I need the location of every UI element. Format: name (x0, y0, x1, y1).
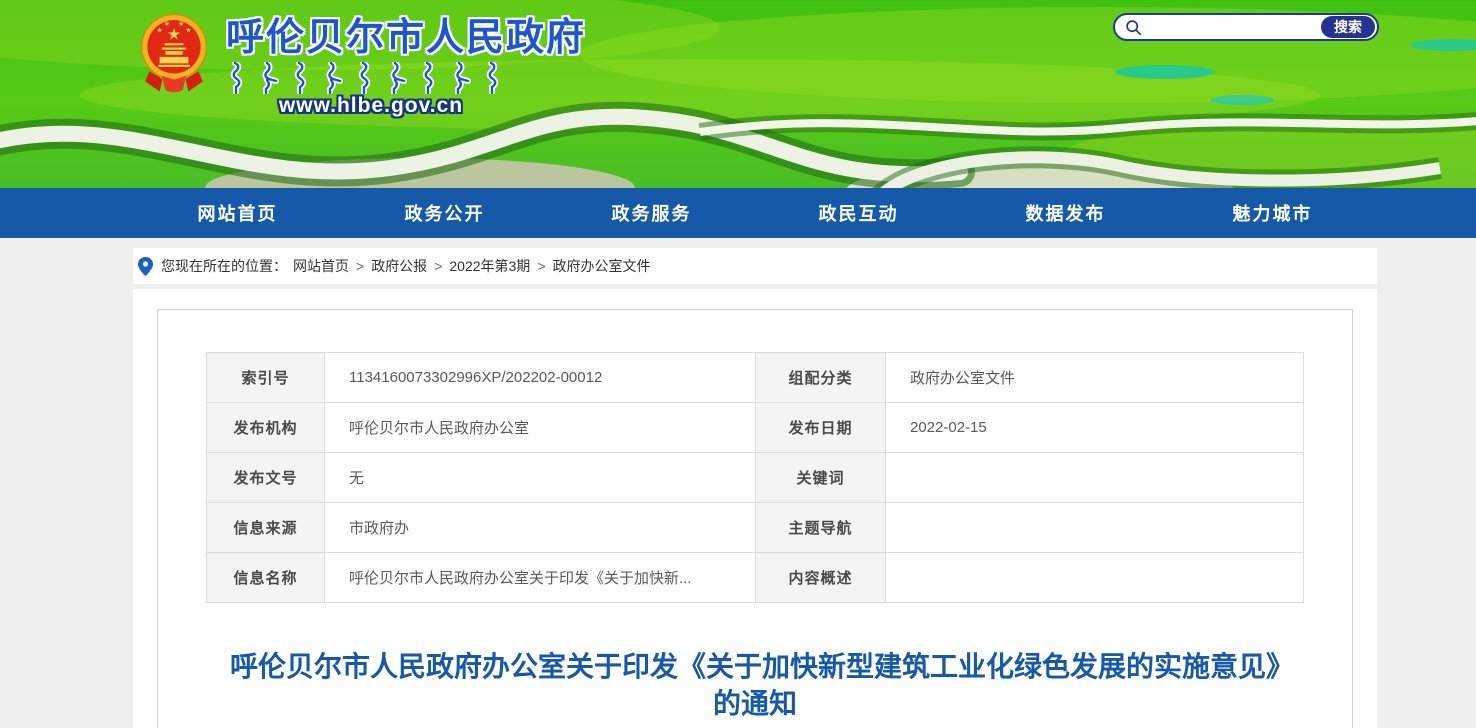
table-row: 信息来源 市政府办 主题导航 (207, 503, 1304, 553)
document-meta-table: 索引号 1134160073302996XP/202202-00012 组配分类… (206, 352, 1304, 603)
search-input[interactable] (1148, 20, 1321, 35)
meta-value: 市政府办 (325, 503, 756, 553)
nav-item-gov-service[interactable]: 政务服务 (548, 188, 755, 238)
meta-label: 关键词 (756, 453, 886, 503)
nav-item-gov-info[interactable]: 政务公开 (341, 188, 548, 238)
meta-label: 主题导航 (756, 503, 886, 553)
article-title: 呼伦贝尔市人民政府办公室关于印发《关于加快新型建筑工业化绿色发展的实施意见》的通… (225, 648, 1285, 722)
breadcrumb-item-issue[interactable]: 2022年第3期 (449, 256, 530, 276)
location-pin-icon (138, 257, 153, 276)
breadcrumb-separator: > (434, 258, 442, 274)
site-url: www.hlbe.gov.cn (226, 94, 516, 118)
table-row: 信息名称 呼伦贝尔市人民政府办公室关于印发《关于加快新... 内容概述 (207, 553, 1304, 603)
nav-item-data[interactable]: 数据发布 (962, 188, 1169, 238)
meta-label: 发布日期 (756, 403, 886, 453)
meta-value: 呼伦贝尔市人民政府办公室关于印发《关于加快新... (325, 553, 756, 603)
magnifier-icon (1125, 19, 1142, 36)
breadcrumb-separator: > (356, 258, 364, 274)
meta-label: 信息来源 (207, 503, 325, 553)
svg-text:★: ★ (178, 19, 184, 28)
meta-label: 组配分类 (756, 353, 886, 403)
breadcrumb-separator: > (537, 258, 545, 274)
breadcrumb-item-category[interactable]: 政府办公室文件 (553, 256, 651, 276)
site-title: 呼伦贝尔市人民政府 (226, 6, 586, 61)
meta-label: 索引号 (207, 353, 325, 403)
site-search: 搜索 (1113, 13, 1379, 41)
svg-text:★: ★ (156, 25, 162, 34)
breadcrumb-item-home[interactable]: 网站首页 (293, 256, 349, 276)
table-row: 发布机构 呼伦贝尔市人民政府办公室 发布日期 2022-02-15 (207, 403, 1304, 453)
breadcrumb-item-gazette[interactable]: 政府公报 (371, 256, 427, 276)
meta-label: 发布机构 (207, 403, 325, 453)
svg-text:★: ★ (167, 27, 181, 44)
svg-text:★: ★ (185, 25, 191, 34)
main-nav: 网站首页 政务公开 政务服务 政民互动 数据发布 魅力城市 (0, 188, 1476, 238)
nav-item-interaction[interactable]: 政民互动 (755, 188, 962, 238)
table-row: 索引号 1134160073302996XP/202202-00012 组配分类… (207, 353, 1304, 403)
meta-value: 2022-02-15 (886, 403, 1304, 453)
meta-value (886, 453, 1304, 503)
content-card: 索引号 1134160073302996XP/202202-00012 组配分类… (133, 289, 1377, 728)
meta-value: 无 (325, 453, 756, 503)
meta-value (886, 553, 1304, 603)
page: ★ ★ ★ ★ ★ 呼伦贝尔市人民政府 (0, 0, 1476, 728)
meta-value: 1134160073302996XP/202202-00012 (325, 353, 756, 403)
article-container: 索引号 1134160073302996XP/202202-00012 组配分类… (157, 309, 1353, 728)
meta-value: 政府办公室文件 (886, 353, 1304, 403)
site-header: ★ ★ ★ ★ ★ 呼伦贝尔市人民政府 (0, 0, 1476, 188)
nav-item-city[interactable]: 魅力城市 (1169, 188, 1376, 238)
meta-label: 信息名称 (207, 553, 325, 603)
svg-text:★: ★ (164, 19, 170, 28)
china-national-emblem-icon: ★ ★ ★ ★ ★ (138, 10, 210, 103)
search-button[interactable]: 搜索 (1321, 16, 1375, 38)
breadcrumb: 您现在所在的位置： 网站首页 > 政府公报 > 2022年第3期 > 政府办公室… (133, 248, 1377, 284)
breadcrumb-prefix: 您现在所在的位置： (161, 256, 287, 276)
mongolian-script-text (228, 62, 514, 94)
meta-label: 发布文号 (207, 453, 325, 503)
site-brand: 呼伦贝尔市人民政府 (226, 6, 586, 118)
nav-item-home[interactable]: 网站首页 (134, 188, 341, 238)
meta-label: 内容概述 (756, 553, 886, 603)
table-row: 发布文号 无 关键词 (207, 453, 1304, 503)
meta-value (886, 503, 1304, 553)
meta-value: 呼伦贝尔市人民政府办公室 (325, 403, 756, 453)
